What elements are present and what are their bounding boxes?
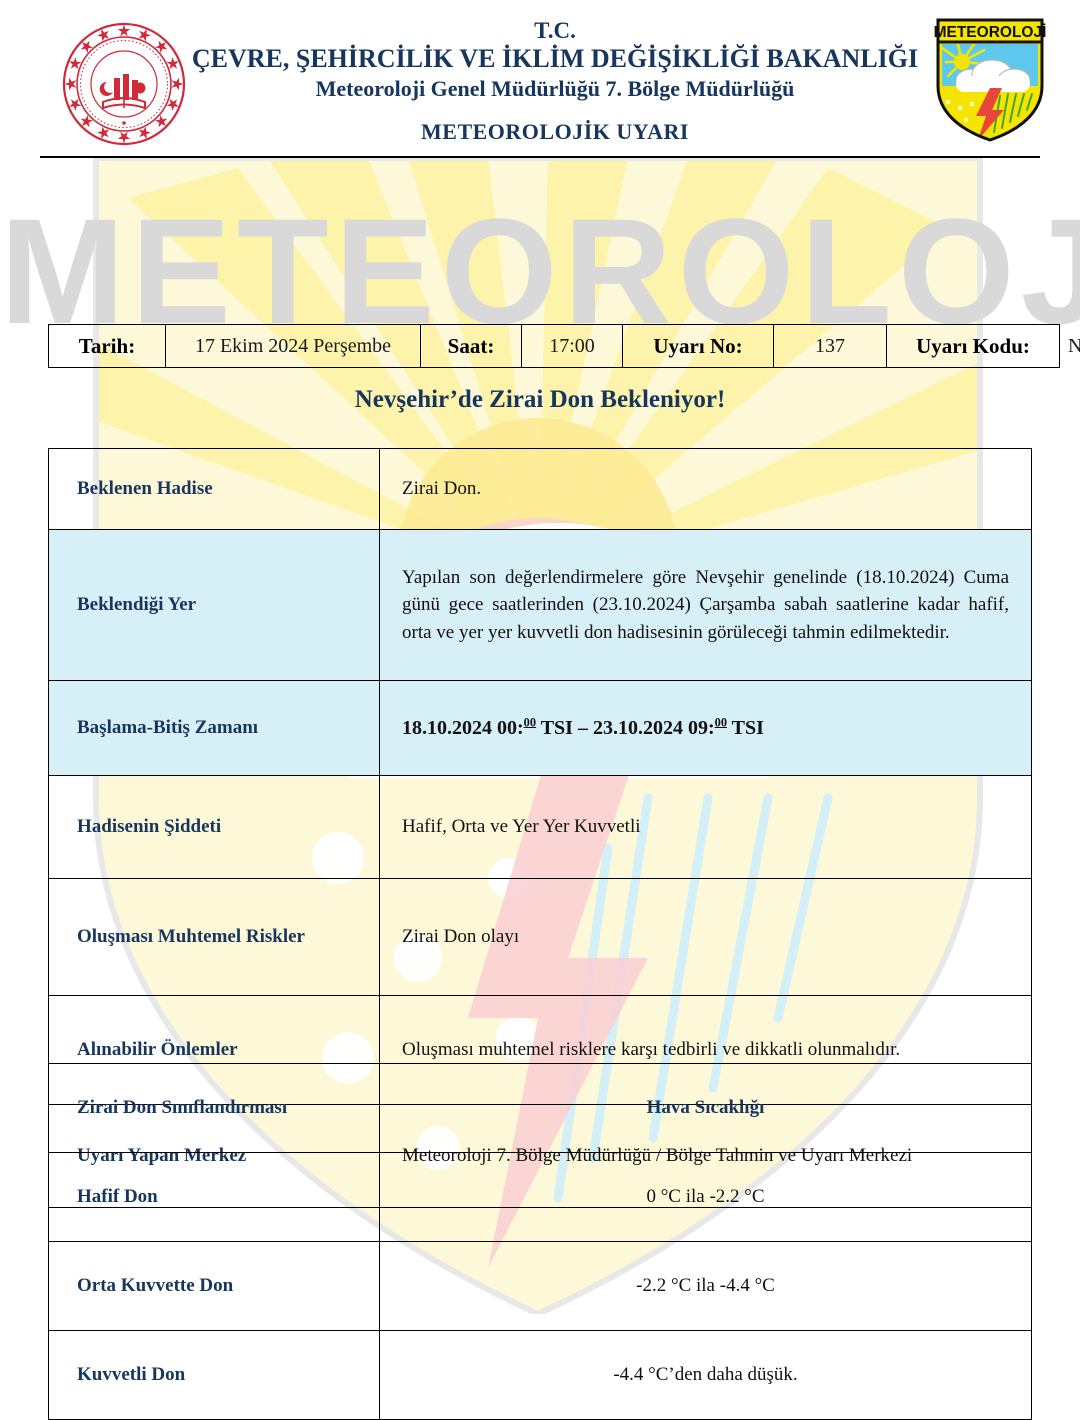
time-value: 17:00 — [521, 324, 623, 368]
end-datetime: 23.10.2024 09: — [592, 716, 715, 739]
row-value-hadisenin-siddeti: Hafif, Orta ve Yer Yer Kuvvetli — [379, 775, 1032, 879]
meta-row: Tarih: 17 Ekim 2024 Perşembe Saat: 17:00… — [48, 324, 1080, 368]
class-value-hafif-don: 0 °C ila -2.2 °C — [379, 1152, 1032, 1242]
class-label-hafif-don: Hafif Don — [48, 1152, 380, 1242]
end-minutes-superscript: 00 — [714, 714, 728, 729]
end-timezone: TSI — [727, 716, 764, 739]
meta-info-table: Tarih: 17 Ekim 2024 Perşembe Saat: 17:00… — [48, 324, 1080, 368]
table-row: Beklenen Hadise Zirai Don. — [48, 448, 1032, 530]
start-minutes-superscript: 00 — [523, 714, 537, 729]
start-datetime: 18.10.2024 00: — [402, 716, 524, 739]
warning-no-value: 137 — [773, 324, 887, 368]
row-key-baslama-bitis: Başlama-Bitiş Zamanı — [48, 680, 380, 776]
class-header-right: Hava Sıcaklığı — [379, 1063, 1032, 1153]
meteoroloji-shield-logo-icon: METEOROLOJİ — [932, 16, 1048, 144]
row-key-beklenen-hadise: Beklenen Hadise — [48, 448, 380, 530]
start-timezone: TSI – — [536, 716, 593, 739]
table-row: Beklendiği Yer Yapılan son değerlendirme… — [48, 529, 1032, 681]
header-divider — [40, 156, 1040, 158]
class-label-kuvvetli-don: Kuvvetli Don — [48, 1330, 380, 1420]
table-row: Hadisenin Şiddeti Hafif, Orta ve Yer Yer… — [48, 775, 1032, 879]
table-row: Orta Kuvvette Don -2.2 °C ila -4.4 °C — [48, 1241, 1032, 1331]
table-row: Oluşması Muhtemel Riskler Zirai Don olay… — [48, 878, 1032, 996]
warning-code-label: Uyarı Kodu: — [886, 324, 1060, 368]
class-value-kuvvetli-don: -4.4 °C’den daha düşük. — [379, 1330, 1032, 1420]
ministry-seal-icon — [62, 22, 186, 146]
date-value: 17 Ekim 2024 Perşembe — [165, 324, 421, 368]
row-key-beklendigi-yer: Beklendiği Yer — [48, 529, 380, 681]
document-header: T.C. ÇEVRE, ŞEHİRCİLİK VE İKLİM DEĞİŞİKL… — [0, 0, 1080, 158]
table-row: Başlama-Bitiş Zamanı 18.10.2024 00:00 TS… — [48, 680, 1032, 776]
row-value-beklenen-hadise: Zirai Don. — [379, 448, 1032, 530]
row-value-muhtemel-riskler: Zirai Don olayı — [379, 878, 1032, 996]
table-header-row: Zirai Don Sınıflandırması Hava Sıcaklığı — [48, 1063, 1032, 1153]
row-value-baslama-bitis: 18.10.2024 00:00 TSI – 23.10.2024 09:00 … — [379, 680, 1032, 776]
row-key-muhtemel-riskler: Oluşması Muhtemel Riskler — [48, 878, 380, 996]
header-line-ministry: ÇEVRE, ŞEHİRCİLİK VE İKLİM DEĞİŞİKLİĞİ B… — [191, 43, 919, 73]
row-value-beklendigi-yer: Yapılan son değerlendirmelere göre Nevşe… — [379, 529, 1032, 681]
class-value-orta-kuvvette-don: -2.2 °C ila -4.4 °C — [379, 1241, 1032, 1331]
header-title-block: T.C. ÇEVRE, ŞEHİRCİLİK VE İKLİM DEĞİŞİKL… — [190, 18, 920, 145]
table-row: Kuvvetli Don -4.4 °C’den daha düşük. — [48, 1330, 1032, 1420]
header-line-directorate: Meteoroloji Genel Müdürlüğü 7. Bölge Müd… — [315, 76, 795, 102]
class-label-orta-kuvvette-don: Orta Kuvvette Don — [48, 1241, 380, 1331]
class-header-left: Zirai Don Sınıflandırması — [48, 1063, 380, 1153]
frost-classification-table: Zirai Don Sınıflandırması Hava Sıcaklığı… — [48, 1063, 1032, 1420]
page-title: Nevşehir’de Zirai Don Bekleniyor! — [354, 386, 726, 413]
header-line-tc: T.C. — [534, 18, 576, 43]
logo-wordmark: METEOROLOJİ — [934, 24, 1047, 41]
warning-no-label: Uyarı No: — [622, 324, 774, 368]
table-row: Hafif Don 0 °C ila -2.2 °C — [48, 1152, 1032, 1242]
header-line-doctype: METEOROLOJİK UYARI — [421, 119, 689, 145]
date-label: Tarih: — [48, 324, 166, 368]
time-label: Saat: — [420, 324, 522, 368]
row-key-hadisenin-siddeti: Hadisenin Şiddeti — [48, 775, 380, 879]
